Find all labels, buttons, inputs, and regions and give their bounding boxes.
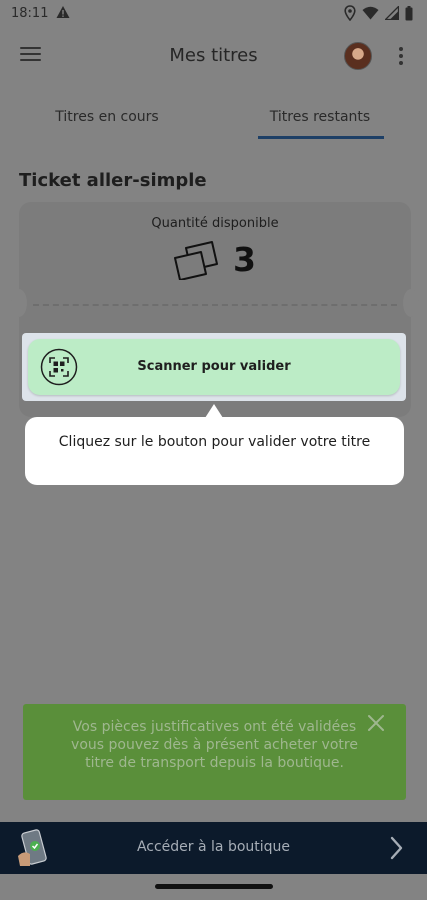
wifi-icon (362, 6, 379, 20)
shop-bar[interactable]: Accéder à la boutique (0, 822, 427, 874)
more-icon[interactable] (398, 46, 404, 66)
shop-label: Accéder à la boutique (136, 839, 291, 855)
notice-banner: Vos pièces justificatives ont été validé… (23, 704, 406, 800)
quantity-label: Quantité disponible (151, 216, 279, 231)
scan-highlight: Scanner pour valider (22, 333, 406, 401)
quantity-value: 3 (233, 240, 256, 279)
ticket-icon (174, 241, 218, 280)
ticket-perforation (33, 304, 397, 306)
alert-icon (56, 6, 70, 18)
ticket-notch-right (403, 289, 419, 317)
tab-titres-restants[interactable]: Titres restants (258, 109, 382, 125)
battery-icon (405, 5, 413, 20)
scan-button-label: Scanner pour valider (137, 359, 291, 374)
home-indicator[interactable] (155, 884, 273, 889)
system-nav-area (0, 874, 427, 900)
ticket-title: Ticket aller-simple (19, 170, 207, 191)
tooltip: Cliquez sur le bouton pour valider votre… (25, 417, 404, 485)
location-icon (344, 5, 356, 21)
tab-titres-en-cours[interactable]: Titres en cours (34, 109, 180, 125)
notice-text: Vos pièces justificatives ont été validé… (71, 719, 358, 771)
status-bar: 18:11 (0, 0, 427, 30)
status-time: 18:11 (11, 6, 49, 21)
tab-active-indicator (258, 136, 384, 139)
close-icon[interactable] (367, 714, 385, 732)
status-icons (344, 5, 413, 21)
app-bar: Mes titres (0, 30, 427, 86)
signal-icon (385, 6, 399, 20)
scan-button[interactable]: Scanner pour valider (28, 339, 400, 395)
avatar[interactable] (344, 42, 372, 70)
chevron-right-icon[interactable] (386, 835, 406, 861)
tooltip-text: Cliquez sur le bouton pour valider votre… (58, 434, 371, 450)
tooltip-arrow (205, 404, 223, 418)
ticket-notch-left (11, 289, 27, 317)
tab-bar: Titres en cours Titres restants (0, 100, 427, 140)
